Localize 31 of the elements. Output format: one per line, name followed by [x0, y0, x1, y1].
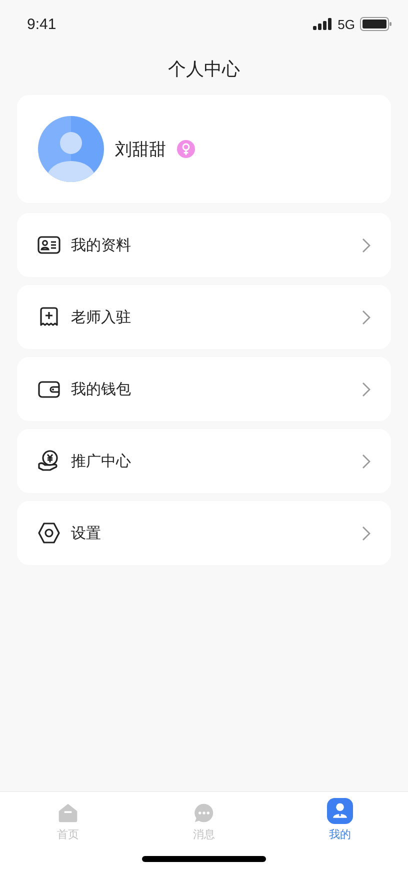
- menu-label: 设置: [71, 524, 102, 542]
- network-label: 5G: [338, 16, 355, 32]
- menu-item[interactable]: 推广中心: [17, 429, 391, 493]
- user-icon: [325, 798, 355, 824]
- menu-item[interactable]: 老师入驻: [17, 285, 391, 349]
- chevron-icon: [362, 238, 371, 252]
- menu-label: 老师入驻: [71, 308, 132, 326]
- avatar-icon: [38, 116, 104, 182]
- menu-item[interactable]: 设置: [17, 501, 391, 565]
- chat-bubble-icon: [193, 802, 215, 824]
- female-icon: [177, 140, 195, 158]
- menu-label: 我的钱包: [71, 380, 132, 398]
- id-card-icon: [37, 233, 61, 257]
- receipt-plus-icon: [37, 305, 61, 329]
- battery-icon: [360, 17, 392, 31]
- signal-icon: [312, 18, 333, 30]
- chevron-icon: [362, 310, 371, 324]
- settings-icon: [37, 521, 61, 545]
- chevron-icon: [362, 454, 371, 468]
- user-name: 刘甜甜: [115, 138, 166, 160]
- menu-item[interactable]: 我的钱包: [17, 357, 391, 421]
- page-title: 个人中心: [167, 58, 241, 81]
- menu-label: 推广中心: [71, 452, 132, 470]
- chevron-icon: [362, 526, 371, 540]
- menu-label: 我的资料: [71, 236, 132, 254]
- tab-item[interactable]: 我的: [272, 798, 408, 842]
- status-time: 9:41: [27, 16, 56, 32]
- coin-hand-icon: [37, 449, 61, 473]
- chevron-icon: [362, 382, 371, 396]
- menu-item[interactable]: 我的资料: [17, 213, 391, 277]
- home-icon: [57, 802, 79, 824]
